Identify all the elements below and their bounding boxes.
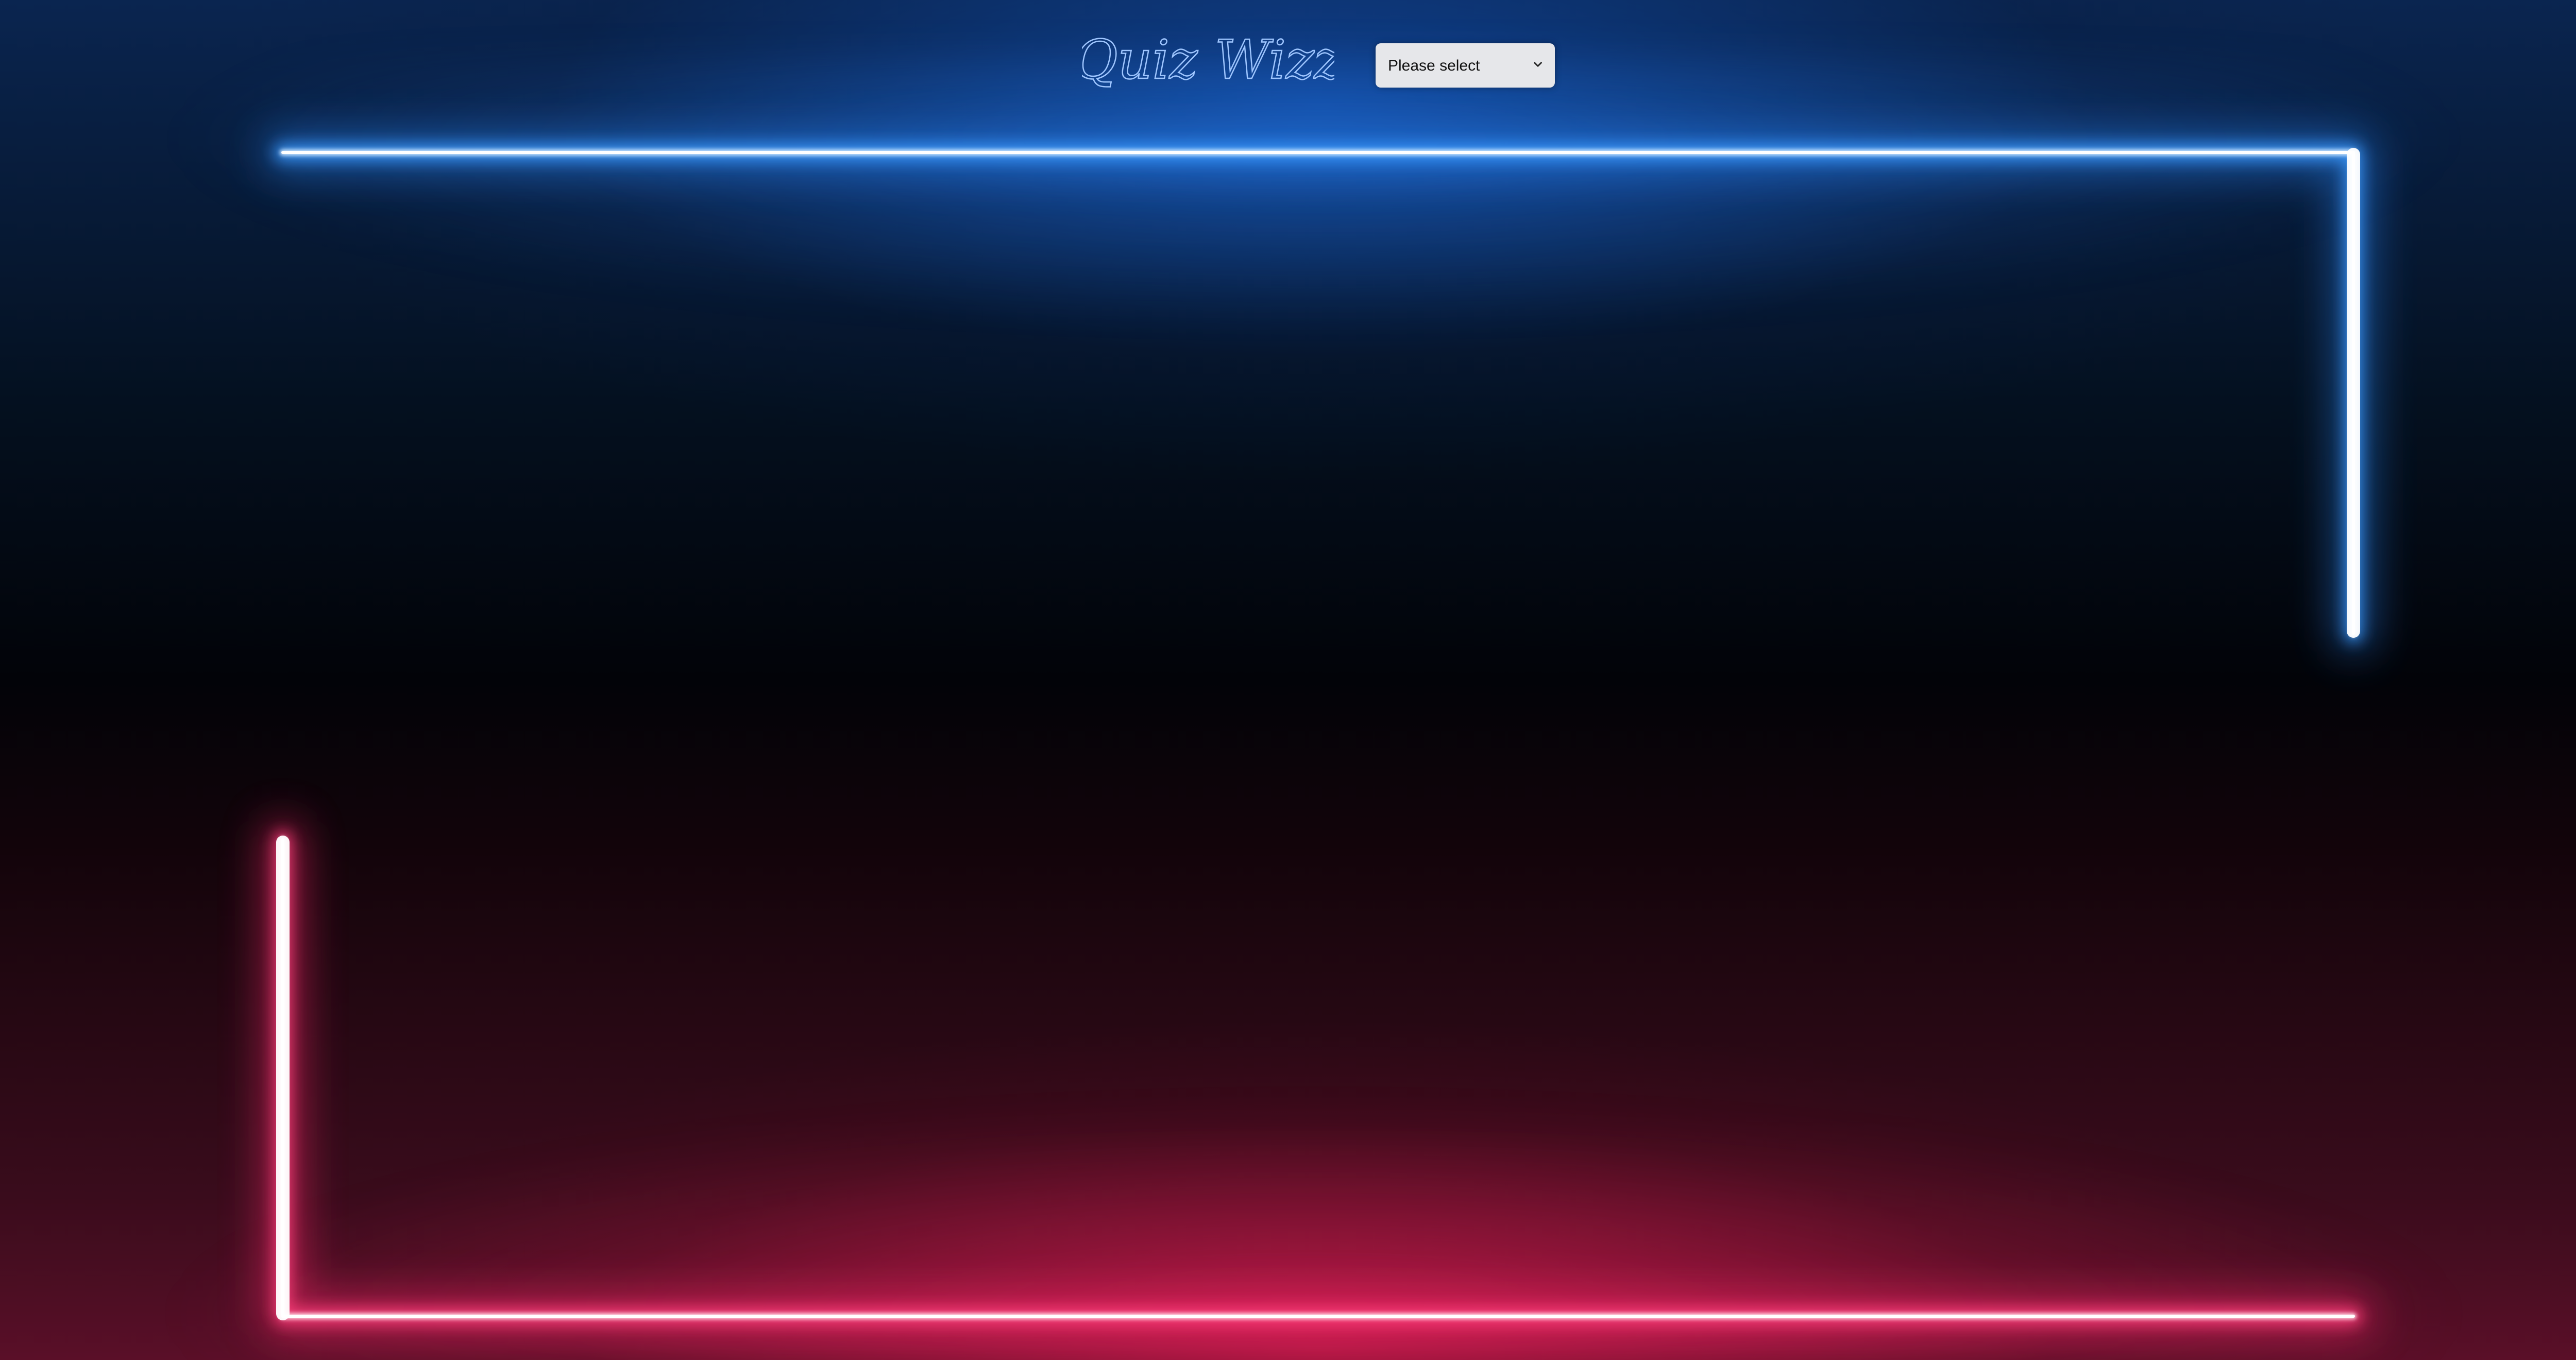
header: Quiz Wizz Please select: [0, 27, 2576, 104]
logo-text: Quiz Wizz: [1082, 28, 1334, 91]
category-select[interactable]: Please select: [1376, 43, 1555, 88]
blue-neon-segment: [262, 132, 2374, 654]
category-select-wrapper: Please select: [1376, 43, 1555, 88]
quiz-page: Quiz Wizz Please select: [0, 0, 2576, 1360]
quiz-wizz-logo: Quiz Wizz: [1082, 28, 1334, 92]
neon-frame: [262, 132, 2374, 1337]
red-neon-segment: [262, 819, 2374, 1337]
